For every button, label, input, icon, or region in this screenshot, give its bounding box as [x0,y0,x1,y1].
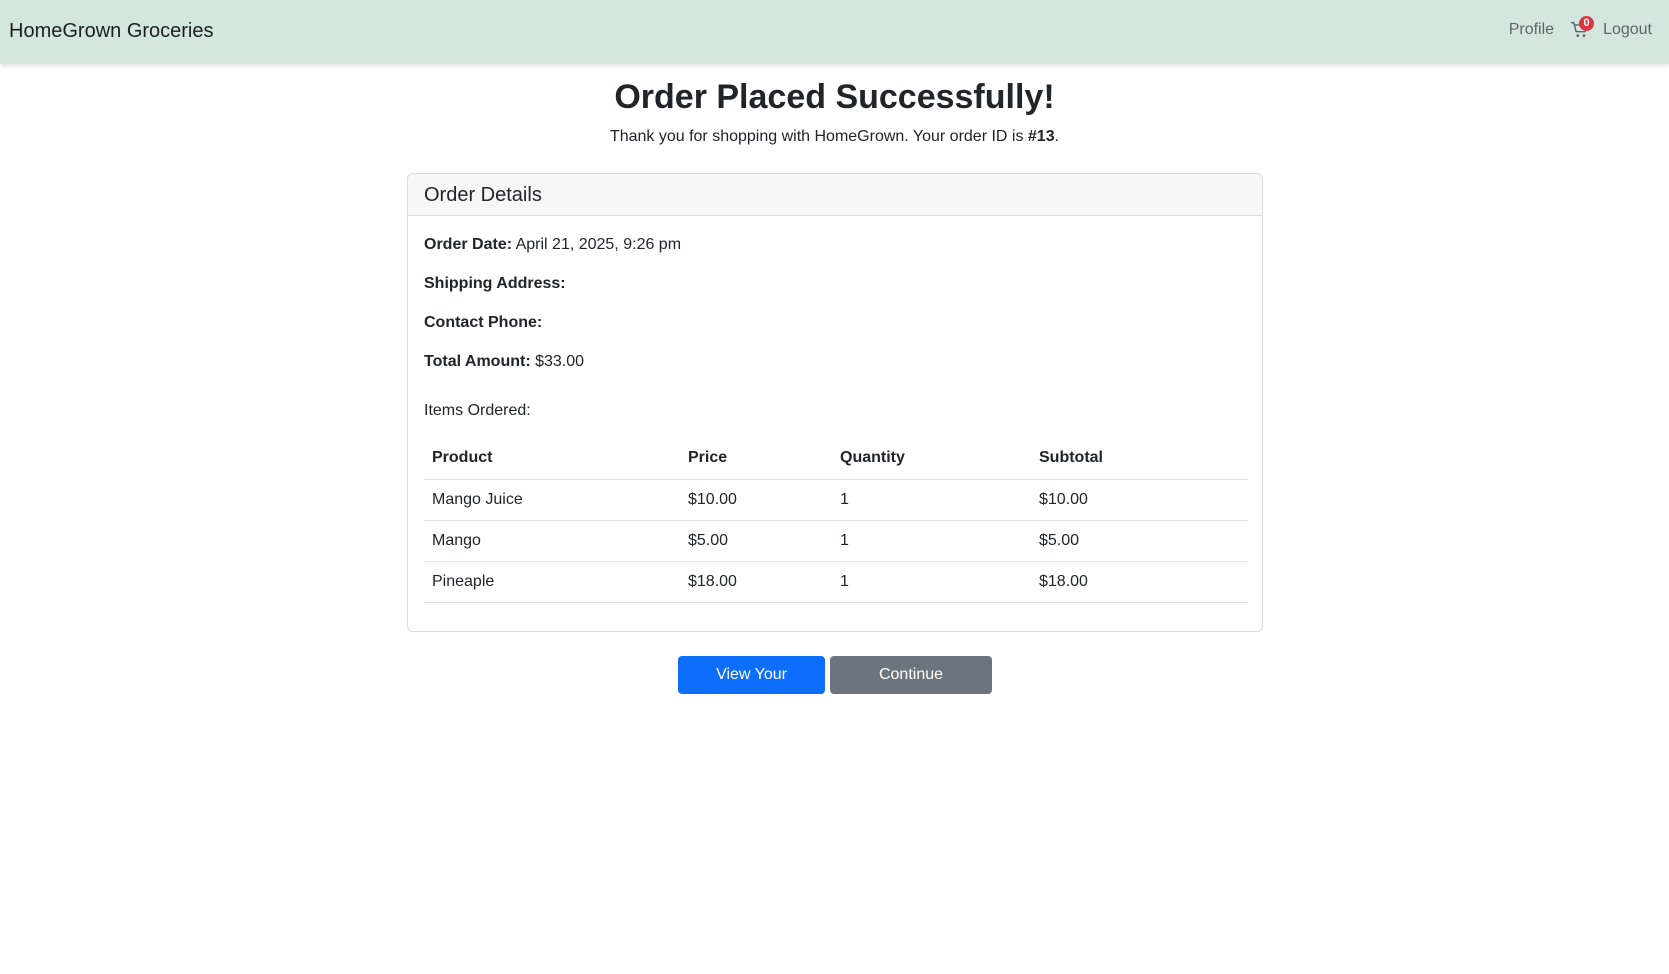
thank-you-suffix: . [1054,128,1060,145]
items-ordered-label: Items Ordered: [424,402,531,419]
thank-you-message: Thank you for shopping with HomeGrown. Y… [0,128,1669,146]
top-navbar: HomeGrown Groceries Profile 0 Logout [0,0,1669,64]
order-date-value: April 21, 2025, 9:26 pm [515,236,682,253]
cell-quantity: 1 [832,561,1031,603]
table-header-row: Product Price Quantity Subtotal [424,438,1248,480]
cell-subtotal: $5.00 [1031,520,1248,562]
table-row: Pineaple $18.00 1 $18.00 [424,561,1248,603]
thank-you-text: Thank you for shopping with HomeGrown. Y… [609,128,1028,145]
order-details-card: Order Details Order Date: April 21, 2025… [407,173,1263,632]
total-amount-line: Total Amount: $33.00 [424,353,584,371]
cell-quantity: 1 [832,479,1031,521]
column-header-subtotal: Subtotal [1031,438,1248,480]
total-amount-label: Total Amount: [424,353,531,370]
cell-product: Pineaple [424,561,680,603]
card-header: Order Details [408,174,1262,216]
column-header-quantity: Quantity [832,438,1031,480]
action-buttons: View Your Orders Continue Shopping [678,656,992,719]
shipping-address-label: Shipping Address: [424,275,566,292]
contact-phone-label: Contact Phone: [424,314,543,331]
table-row: Mango $5.00 1 $5.00 [424,520,1248,562]
cell-price: $5.00 [680,520,832,562]
cell-quantity: 1 [832,520,1031,562]
order-id: #13 [1027,128,1055,145]
column-header-product: Product [424,438,680,480]
cell-price: $18.00 [680,561,832,603]
logout-link[interactable]: Logout [1603,21,1652,39]
cell-subtotal: $18.00 [1031,561,1248,603]
page-title: Order Placed Successfully! [614,78,1055,116]
order-date-label: Order Date: [424,236,513,253]
nav-right: Profile 0 Logout [1509,16,1652,41]
cell-price: $10.00 [680,479,832,521]
shipping-address-line: Shipping Address: [424,275,566,293]
total-amount-value: $33.00 [535,353,585,370]
contact-phone-line: Contact Phone: [424,314,542,332]
cell-product: Mango [424,520,680,562]
view-orders-button[interactable]: View Your Orders [678,656,825,719]
cart-count-badge: 0 [1579,16,1595,31]
cell-product: Mango Juice [424,479,680,521]
column-header-price: Price [680,438,832,480]
table-row: Mango Juice $10.00 1 $10.00 [424,479,1248,521]
items-table: Product Price Quantity Subtotal Mango Ju… [424,438,1248,603]
profile-link[interactable]: Profile [1509,21,1554,39]
continue-shopping-button[interactable]: Continue Shopping [830,656,992,719]
cart-link[interactable]: 0 [1571,16,1595,39]
order-date-line: Order Date: April 21, 2025, 9:26 pm [424,236,681,254]
cell-subtotal: $10.00 [1031,479,1248,521]
brand-link[interactable]: HomeGrown Groceries [9,20,214,43]
